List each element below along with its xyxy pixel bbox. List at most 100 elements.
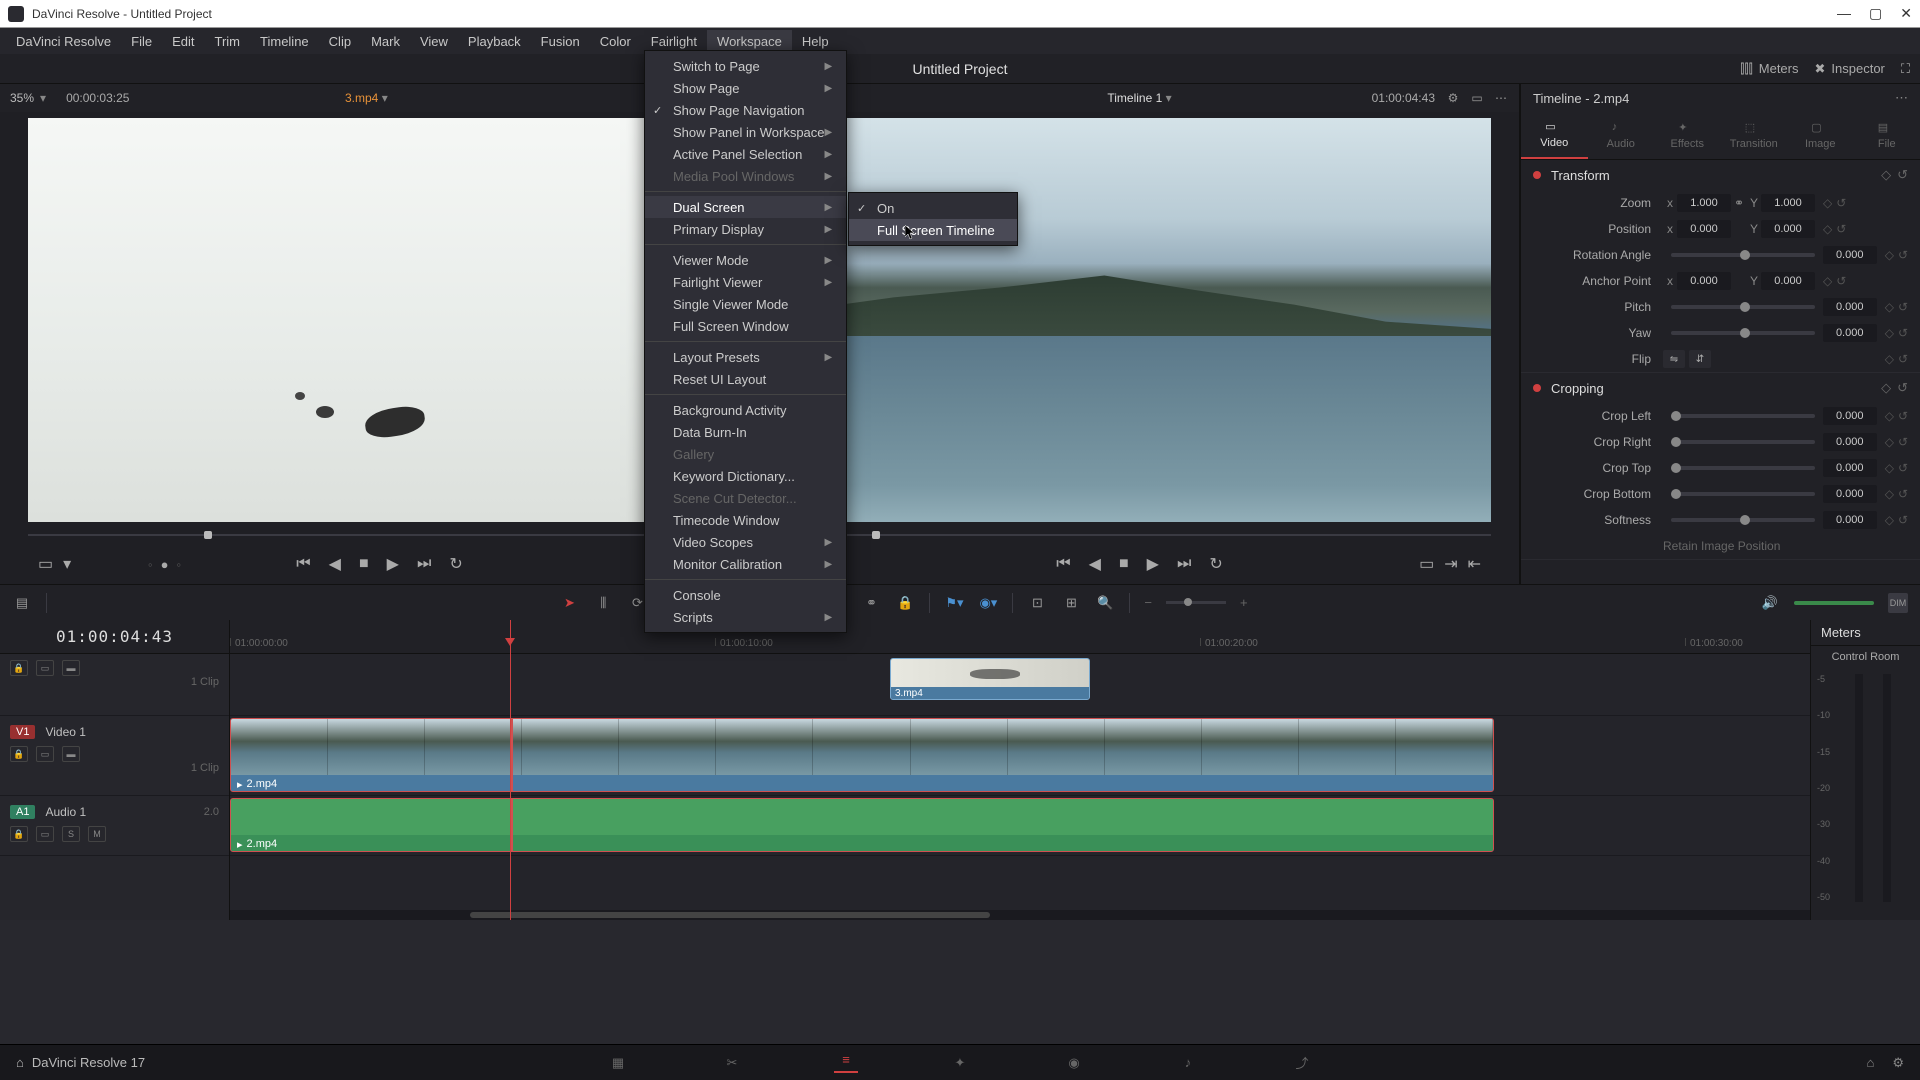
first-frame-button[interactable]: ⏮ (1056, 555, 1070, 573)
track-lane-a1[interactable]: ▸2.mp4 (230, 796, 1810, 856)
pos-y-input[interactable]: 0.000 (1761, 220, 1815, 238)
record-scrubber[interactable] (788, 526, 1491, 544)
keyframe-diamond-icon[interactable]: ◇ (1885, 326, 1894, 340)
solo-button[interactable]: S (62, 826, 80, 842)
keyframe-diamond-icon[interactable]: ◇ (1881, 167, 1891, 183)
reset-icon[interactable]: ↺ (1898, 326, 1908, 340)
track-header-v2[interactable]: 🔒 ▭ ▬ 1 Clip (0, 654, 229, 716)
menu-mark[interactable]: Mark (361, 30, 410, 53)
inspector-tab-audio[interactable]: ♪Audio (1588, 112, 1655, 159)
timeline-scrollbar[interactable] (230, 910, 1810, 920)
menu-item-show-panel-in-workspace[interactable]: Show Panel in Workspace▶ (645, 121, 846, 143)
inspector-tab-image[interactable]: ▢Image (1787, 112, 1854, 159)
volume-slider[interactable] (1794, 601, 1874, 605)
menu-item-switch-to-page[interactable]: Switch to Page▶ (645, 55, 846, 77)
keyframe-diamond-icon[interactable]: ◇ (1823, 222, 1832, 236)
pitch-input[interactable]: 0.000 (1823, 298, 1877, 316)
marker-blue-icon[interactable]: ◉▾ (978, 593, 998, 613)
more-icon[interactable]: ⋯ (1493, 90, 1509, 106)
crop-right-input[interactable]: 0.000 (1823, 433, 1877, 451)
lock-icon[interactable]: 🔒 (895, 593, 915, 613)
last-frame-button[interactable]: ⏭ (1177, 555, 1191, 573)
loop-button[interactable]: ↻ (449, 554, 462, 574)
inspector-tab-video[interactable]: ▭Video (1521, 112, 1588, 159)
reset-icon[interactable]: ↺ (1898, 352, 1908, 366)
menu-file[interactable]: File (121, 30, 162, 53)
softness-slider[interactable] (1671, 518, 1815, 522)
record-viewer-canvas[interactable] (788, 118, 1491, 522)
auto-select-icon[interactable]: ▭ (36, 746, 54, 762)
loop-button[interactable]: ↻ (1209, 554, 1222, 574)
source-zoom[interactable]: 35% (10, 91, 34, 105)
stop-button[interactable]: ■ (1119, 555, 1129, 573)
menu-item-scripts[interactable]: Scripts▶ (645, 606, 846, 628)
color-page-icon[interactable]: ◉ (1062, 1053, 1086, 1073)
source-clip-name[interactable]: 3.mp4 ▾ (345, 91, 388, 105)
keyframe-diamond-icon[interactable]: ◇ (1885, 352, 1894, 366)
anchor-x-input[interactable]: 0.000 (1677, 272, 1731, 290)
menu-item-viewer-mode[interactable]: Viewer Mode▶ (645, 249, 846, 271)
transform-header[interactable]: Transform ◇↺ (1521, 160, 1920, 190)
more-icon[interactable]: ⋯ (1895, 90, 1908, 106)
menu-item-console[interactable]: Console (645, 584, 846, 606)
insert-button[interactable]: ⇥ (1444, 554, 1457, 574)
menu-trim[interactable]: Trim (205, 30, 251, 53)
enable-dot-icon[interactable] (1533, 171, 1541, 179)
cropping-header[interactable]: Cropping ◇↺ (1521, 373, 1920, 403)
enable-dot-icon[interactable] (1533, 384, 1541, 392)
timeline-tracks[interactable]: 01:00:00:0001:00:10:0001:00:20:0001:00:3… (230, 620, 1810, 920)
crop-top-input[interactable]: 0.000 (1823, 459, 1877, 477)
first-frame-button[interactable]: ⏮ (296, 555, 310, 573)
zoom-detail-icon[interactable]: ⊞ (1061, 593, 1081, 613)
inspector-tab-transition[interactable]: ⬚Transition (1721, 112, 1788, 159)
reset-icon[interactable]: ↺ (1897, 380, 1908, 396)
timeline-view-icon[interactable]: ▤ (12, 593, 32, 613)
crop-left-input[interactable]: 0.000 (1823, 407, 1877, 425)
edit-page-icon[interactable]: ≡ (834, 1053, 858, 1073)
keyframe-diamond-icon[interactable]: ◇ (1823, 196, 1832, 210)
inspector-toggle[interactable]: ✖ Inspector (1815, 61, 1885, 77)
cut-page-icon[interactable]: ✂ (720, 1053, 744, 1073)
fusion-page-icon[interactable]: ✦ (948, 1053, 972, 1073)
rotation-input[interactable]: 0.000 (1823, 246, 1877, 264)
dual-screen-submenu[interactable]: ✓OnFull Screen Timeline (848, 192, 1018, 246)
menu-davinci-resolve[interactable]: DaVinci Resolve (6, 30, 121, 53)
a1-badge[interactable]: A1 (10, 805, 35, 819)
project-home-icon[interactable]: ⌂ (1866, 1055, 1874, 1071)
prev-frame-button[interactable]: ◀ (1089, 554, 1101, 574)
menu-item-active-panel-selection[interactable]: Active Panel Selection▶ (645, 143, 846, 165)
minimize-button[interactable]: — (1837, 5, 1851, 22)
zoom-plus-icon[interactable]: + (1240, 595, 1248, 610)
clip-orphan[interactable]: 3.mp4 (890, 658, 1090, 700)
timeline-name[interactable]: Timeline 1 ▾ (1107, 91, 1171, 105)
submenu-item-full-screen-timeline[interactable]: Full Screen Timeline (849, 219, 1017, 241)
menu-item-show-page-navigation[interactable]: ✓Show Page Navigation (645, 99, 846, 121)
overwrite-button[interactable]: ⇤ (1468, 554, 1481, 574)
overlay-icon[interactable]: ▭ (1469, 90, 1485, 106)
match-frame-icon[interactable]: ▭ (38, 554, 53, 574)
track-dest-icon[interactable]: ▬ (62, 746, 80, 762)
submenu-item-on[interactable]: ✓On (849, 197, 1017, 219)
keyframe-diamond-icon[interactable]: ◇ (1885, 300, 1894, 314)
workspace-menu[interactable]: Switch to Page▶Show Page▶✓Show Page Navi… (644, 50, 847, 633)
bypass-icon[interactable]: ⚙ (1445, 90, 1461, 106)
expand-button[interactable]: ⛶ (1901, 61, 1910, 77)
chevron-down-icon[interactable]: ▾ (40, 91, 46, 105)
timeline-zoom-slider[interactable] (1166, 601, 1226, 604)
softness-input[interactable]: 0.000 (1823, 511, 1877, 529)
clip-audio[interactable]: ▸2.mp4 (230, 798, 1494, 852)
source-viewer-canvas[interactable] (28, 118, 731, 522)
menu-item-show-page[interactable]: Show Page▶ (645, 77, 846, 99)
yaw-input[interactable]: 0.000 (1823, 324, 1877, 342)
menu-item-full-screen-window[interactable]: Full Screen Window (645, 315, 846, 337)
auto-select-icon[interactable]: ▭ (36, 660, 54, 676)
menu-item-layout-presets[interactable]: Layout Presets▶ (645, 346, 846, 368)
arrow-tool[interactable]: ➤ (559, 593, 579, 613)
track-dest-icon[interactable]: ▬ (62, 660, 80, 676)
dim-button[interactable]: DIM (1888, 593, 1908, 613)
zoom-x-input[interactable]: 1.000 (1677, 194, 1731, 212)
pitch-slider[interactable] (1671, 305, 1815, 309)
timeline-ruler[interactable]: 01:00:00:0001:00:10:0001:00:20:0001:00:3… (230, 620, 1810, 654)
menu-color[interactable]: Color (590, 30, 641, 53)
keyframe-diamond-icon[interactable]: ◇ (1823, 274, 1832, 288)
